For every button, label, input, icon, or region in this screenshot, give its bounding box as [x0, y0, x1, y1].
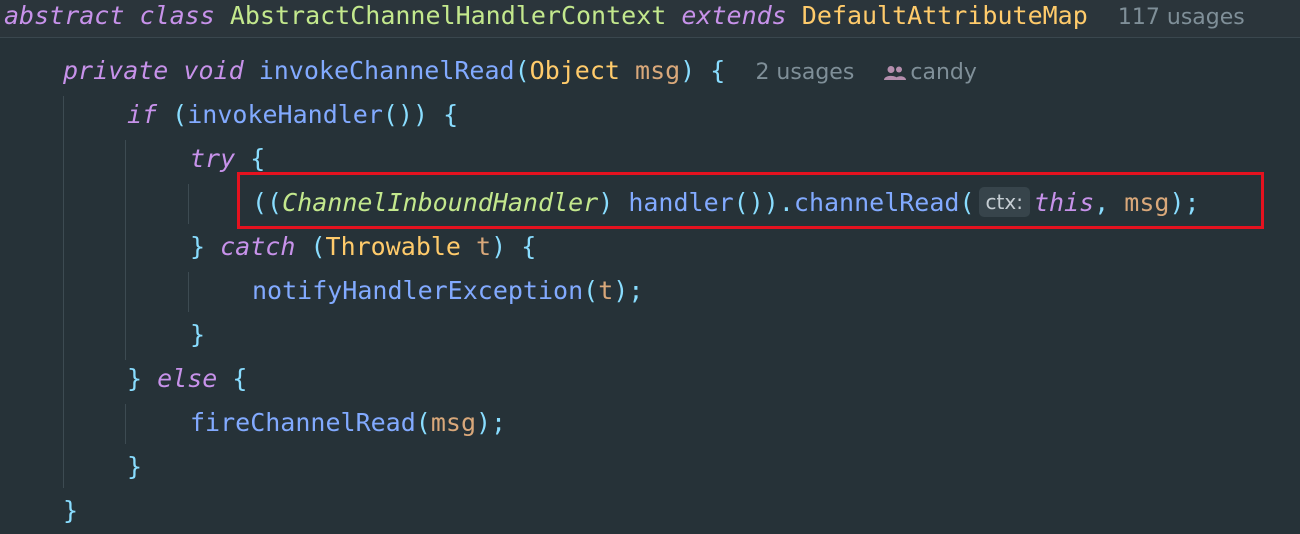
catch-line[interactable]: } catch (Throwable t) {: [190, 225, 536, 269]
keyword-abstract: abstract: [4, 1, 125, 30]
method-declaration-line[interactable]: private void invokeChannelRead(Object ms…: [63, 49, 977, 93]
highlight-box: [237, 172, 1264, 229]
class-usages-hint[interactable]: 117 usages: [1118, 5, 1245, 30]
param-type[interactable]: Object: [530, 56, 620, 85]
keyword-void: void: [183, 56, 244, 85]
keyword-private: private: [63, 56, 169, 85]
sticky-class-header: abstract class AbstractChannelHandlerCon…: [0, 0, 1300, 38]
indent-guide: [125, 404, 126, 444]
method-name[interactable]: invokeChannelRead: [259, 56, 515, 85]
catch-type[interactable]: Throwable: [326, 232, 461, 261]
indent-guide: [188, 184, 189, 224]
notify-statement[interactable]: notifyHandlerException(t);: [252, 269, 643, 313]
keyword-try: try: [190, 144, 236, 173]
people-icon: [884, 53, 907, 97]
class-declaration-line[interactable]: abstract class AbstractChannelHandlerCon…: [4, 0, 1245, 38]
if-line[interactable]: if (invokeHandler()) {: [127, 93, 458, 137]
parent-class-name[interactable]: DefaultAttributeMap: [802, 1, 1088, 30]
indent-guide: [125, 140, 126, 360]
indent-guide: [188, 272, 189, 312]
fire-statement[interactable]: fireChannelRead(msg);: [190, 401, 506, 445]
else-line[interactable]: } else {: [127, 357, 247, 401]
invoke-handler-call[interactable]: invokeHandler: [187, 100, 383, 129]
notify-argument[interactable]: t: [598, 276, 613, 305]
else-close-brace: }: [127, 452, 143, 481]
catch-close-brace: }: [190, 320, 206, 349]
method-close-brace: }: [63, 496, 79, 525]
class-name[interactable]: AbstractChannelHandlerContext: [230, 1, 667, 30]
author-name: candy: [910, 60, 977, 85]
fire-channel-read-call[interactable]: fireChannelRead: [190, 408, 416, 437]
keyword-if: if: [127, 100, 158, 129]
param-name[interactable]: msg: [635, 56, 680, 85]
keyword-extends: extends: [681, 1, 787, 30]
catch-variable[interactable]: t: [476, 232, 491, 261]
method-usages-hint[interactable]: 2 usages: [755, 60, 854, 85]
notify-handler-exception-call[interactable]: notifyHandlerException: [252, 276, 583, 305]
keyword-class: class: [139, 1, 215, 30]
author-hint[interactable]: candy: [884, 60, 977, 85]
indent-guide: [63, 96, 64, 488]
code-editor[interactable]: abstract class AbstractChannelHandlerCon…: [0, 0, 1300, 534]
fire-argument[interactable]: msg: [431, 408, 476, 437]
keyword-else: else: [157, 364, 218, 393]
keyword-catch: catch: [220, 232, 296, 261]
